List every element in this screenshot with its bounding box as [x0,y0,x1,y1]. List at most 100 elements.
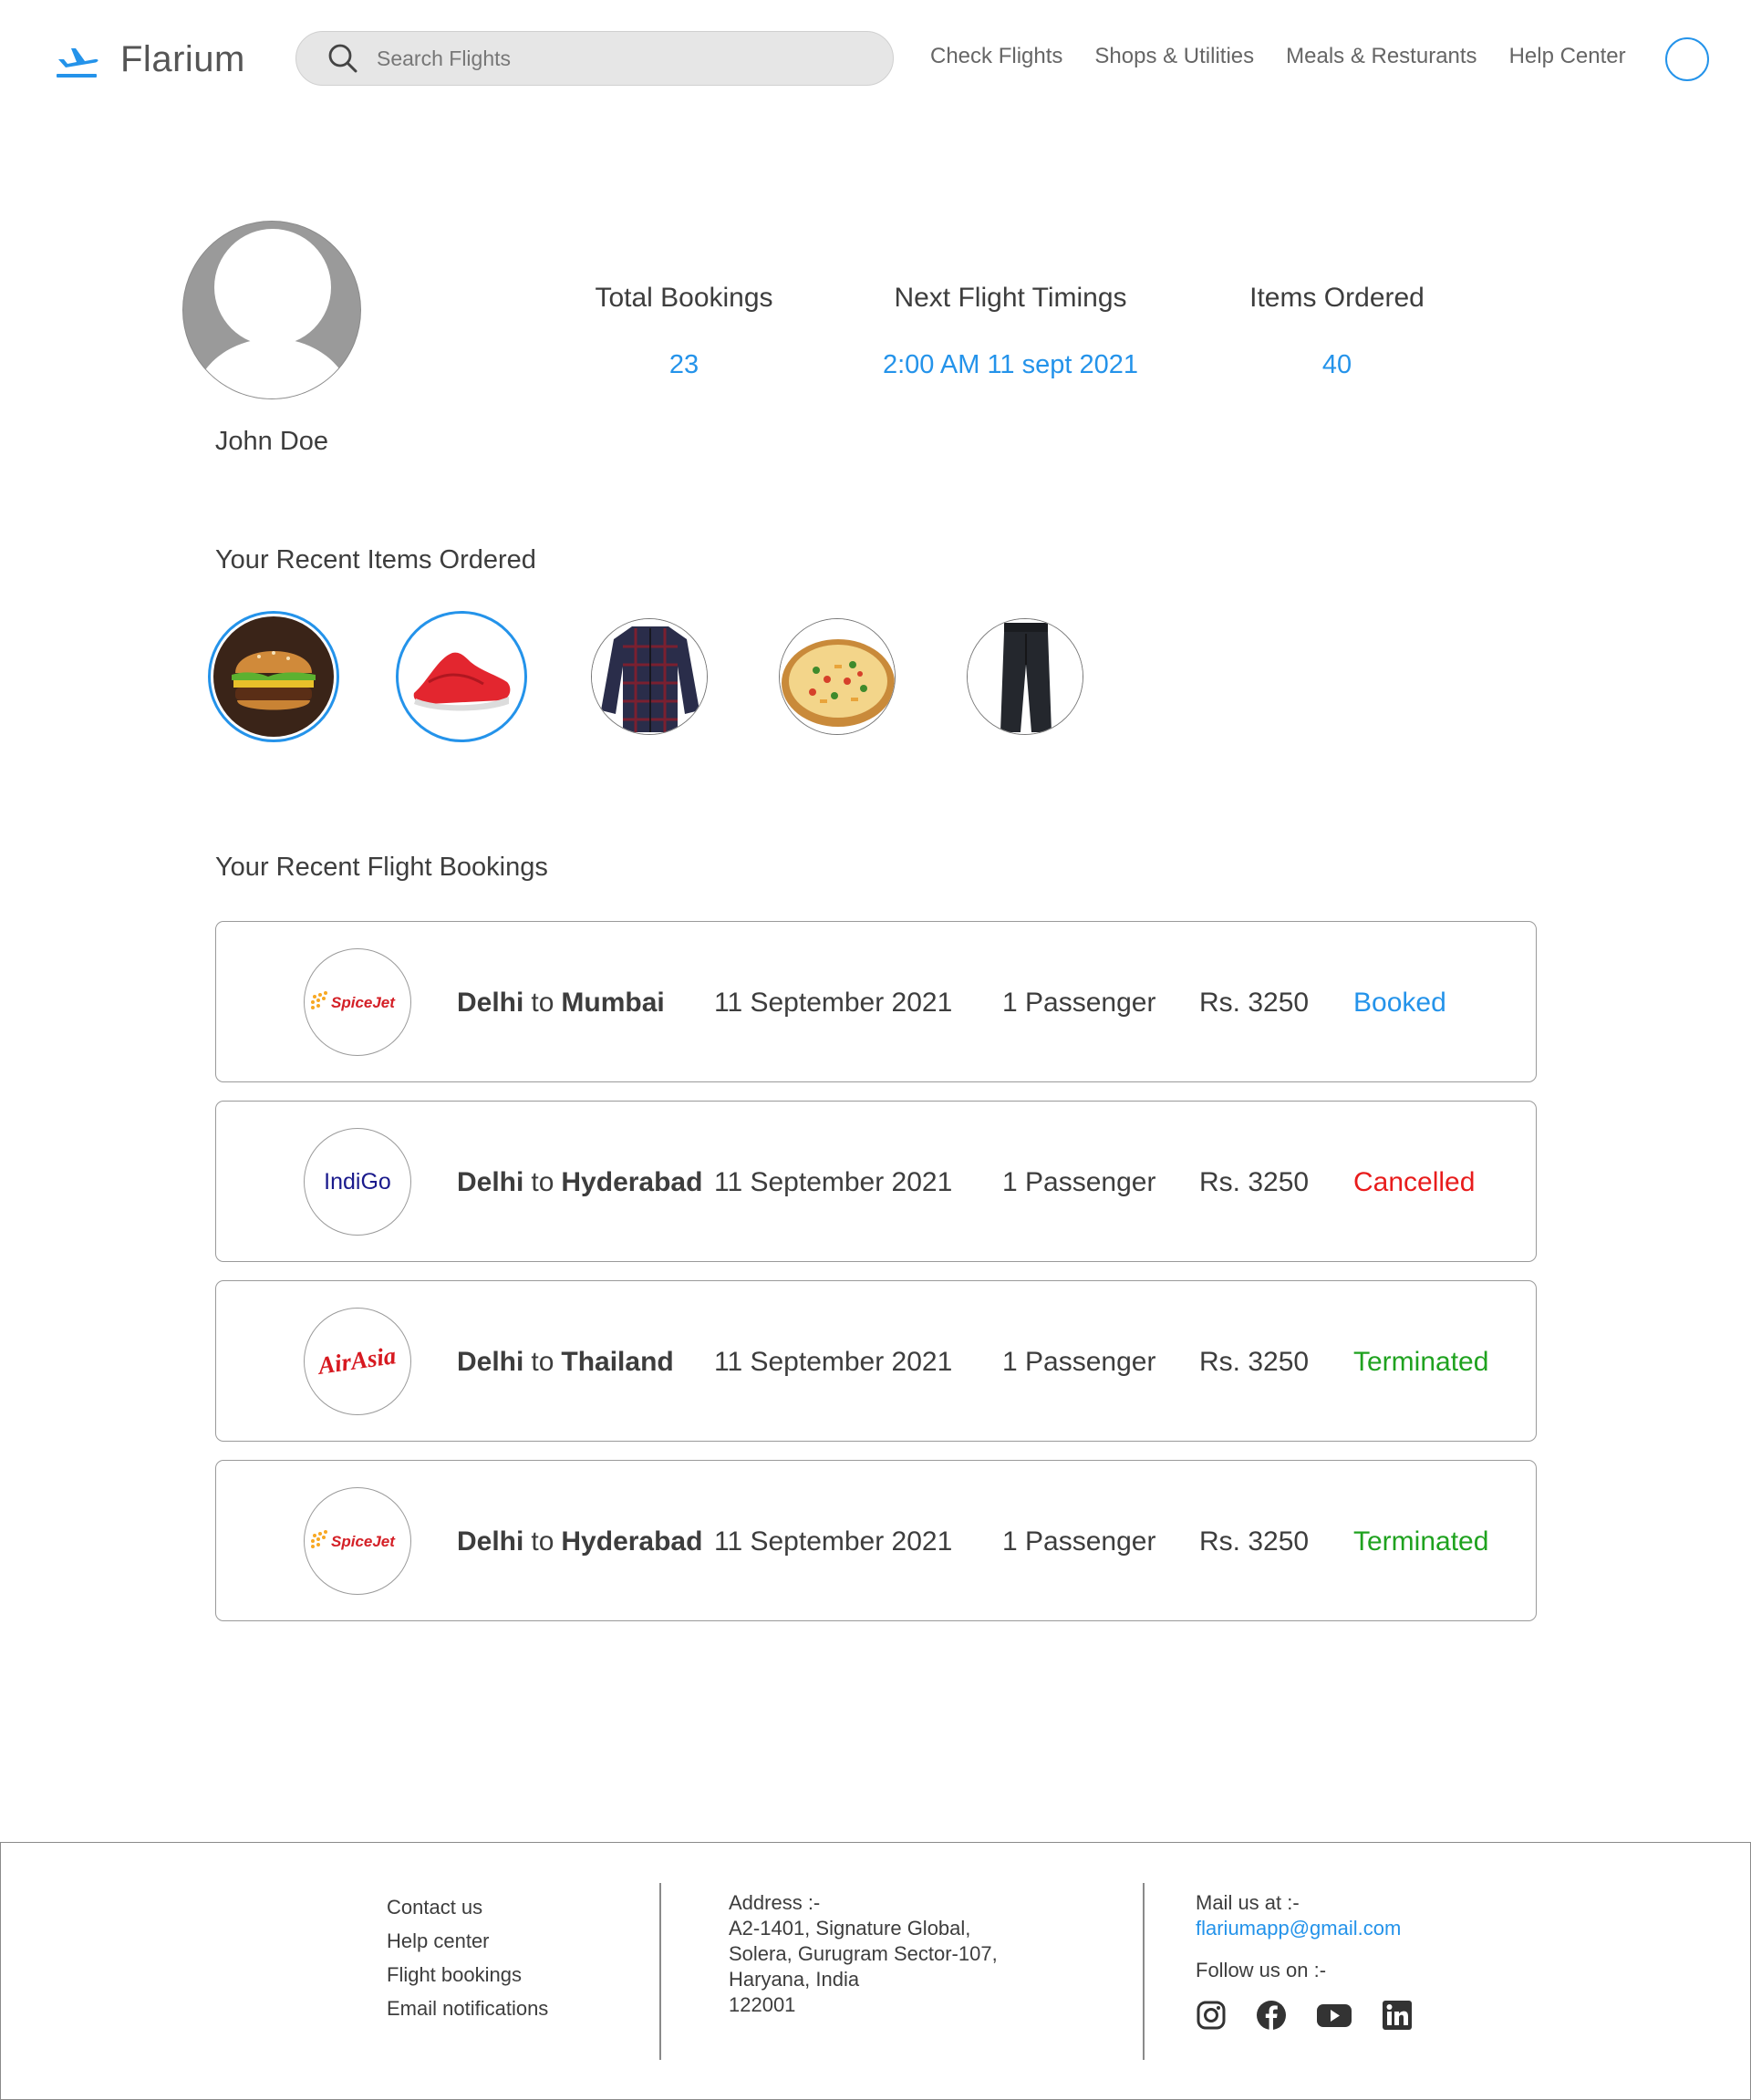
booking-passengers: 1 Passenger [1002,1526,1156,1557]
stat-total-bookings: Total Bookings 23 [593,283,775,380]
bookings-list: SpiceJet Delhi to Mumbai 11 September 2021… [215,921,1537,1640]
shirt-icon [591,618,708,735]
stat-next-flight: Next Flight Timings 2:00 AM 11 sept 2021 [874,283,1147,380]
booking-price: Rs. 3250 [1199,1166,1310,1197]
stat-value: 40 [1321,350,1352,379]
search-input[interactable] [377,46,869,71]
booking-row[interactable]: AirAsia Delhi to Thailand 11 September 202… [215,1280,1537,1442]
svg-text:SpiceJet: SpiceJet [331,1533,396,1550]
trousers-icon [967,618,1083,735]
booking-status: Terminated [1353,1526,1489,1557]
booking-date: 11 September 2021 [714,1526,953,1557]
recent-bookings-title: Your Recent Flight Bookings [215,853,548,882]
brand-name: Flarium [120,38,245,79]
user-avatar-button[interactable] [1665,37,1709,81]
booking-price: Rs. 3250 [1199,1346,1310,1377]
nav-meals-restaurants[interactable]: Meals & Resturants [1286,44,1476,69]
booking-passengers: 1 Passenger [1002,1166,1156,1197]
social-links [1196,2000,1442,2031]
svg-text:SpiceJet: SpiceJet [331,994,396,1011]
footer-contact: Mail us at :- flariumapp@gmail.com Follo… [1196,1890,1442,2031]
recent-items-title: Your Recent Items Ordered [215,545,536,574]
facebook-icon[interactable] [1256,2000,1287,2031]
route-connector: to [531,1526,554,1557]
booking-passengers: 1 Passenger [1002,987,1156,1018]
main-nav: Check Flights Shops & Utilities Meals & … [930,44,1658,69]
route-from: Delhi [457,1346,524,1377]
booking-route: Delhi to Hyderabad [457,1102,702,1263]
top-nav-bar: Flarium Check Flights Shops & Utilities … [0,0,1751,119]
booking-row[interactable]: IndiGo Delhi to Hyderabad 11 September 202… [215,1101,1537,1262]
user-silhouette-icon [192,229,353,398]
route-from: Delhi [457,1526,524,1557]
footer-divider [1143,1883,1145,2060]
stat-label: Items Ordered [1249,283,1425,313]
profile-name: John Doe [214,427,329,456]
address-line: 122001 [729,1993,796,2016]
footer-address: Address :- A2-1401, Signature Global, So… [729,1890,998,2018]
nav-help-center[interactable]: Help Center [1509,44,1626,69]
mail-link[interactable]: flariumapp@gmail.com [1196,1916,1442,1941]
burger-icon [213,616,334,737]
footer-link-bookings[interactable]: Flight bookings [387,1958,548,1991]
instagram-icon[interactable] [1196,2000,1227,2031]
address-line: Haryana, India [729,1968,860,1991]
spicejet-logo: SpiceJet [304,948,411,1056]
mail-label: Mail us at :- [1196,1891,1300,1914]
booking-route: Delhi to Hyderabad [457,1461,702,1622]
follow-label: Follow us on :- [1196,1959,1327,1981]
footer: Contact us Help center Flight bookings E… [0,1842,1751,2100]
search-icon [328,44,357,73]
footer-link-notifications[interactable]: Email notifications [387,1991,548,2025]
route-to: Hyderabad [561,1166,703,1197]
recent-item[interactable] [584,611,715,742]
route-connector: to [531,987,554,1018]
stat-value: 23 [668,350,699,379]
recent-item[interactable] [396,611,527,742]
booking-price: Rs. 3250 [1199,1526,1310,1557]
nav-shops-utilities[interactable]: Shops & Utilities [1094,44,1254,69]
nav-check-flights[interactable]: Check Flights [930,44,1062,69]
recent-item[interactable] [772,611,903,742]
booking-status: Cancelled [1353,1166,1476,1197]
booking-date: 11 September 2021 [714,1346,953,1377]
svg-text:AirAsia: AirAsia [315,1341,398,1380]
route-connector: to [531,1166,554,1197]
booking-row[interactable]: SpiceJet Delhi to Mumbai 11 September 2021… [215,921,1537,1082]
pizza-icon [779,618,896,735]
recent-item[interactable] [208,611,339,742]
youtube-icon[interactable] [1316,2000,1352,2031]
footer-links: Contact us Help center Flight bookings E… [387,1890,548,2025]
airplane-icon [57,48,98,78]
airasia-logo: AirAsia [304,1308,411,1415]
route-from: Delhi [457,1166,524,1197]
route-to: Mumbai [561,987,665,1018]
indigo-logo: IndiGo [304,1128,411,1236]
spicejet-logo: SpiceJet [304,1487,411,1595]
recent-item[interactable] [959,611,1091,742]
brand-logo[interactable]: Flarium [55,36,245,82]
search-bar[interactable] [295,31,894,86]
booking-price: Rs. 3250 [1199,987,1310,1018]
booking-row[interactable]: SpiceJet Delhi to Hyderabad 11 September 2… [215,1460,1537,1621]
footer-link-contact[interactable]: Contact us [387,1890,548,1924]
booking-passengers: 1 Passenger [1002,1346,1156,1377]
booking-status: Terminated [1353,1346,1489,1377]
profile-avatar [182,221,361,399]
footer-link-help[interactable]: Help center [387,1924,548,1958]
route-connector: to [531,1346,554,1377]
stat-label: Next Flight Timings [894,283,1127,313]
recent-items-list [208,611,1147,742]
address-line: Solera, Gurugram Sector-107, [729,1942,998,1965]
linkedin-icon[interactable] [1382,2000,1413,2031]
footer-divider [659,1883,661,2060]
stat-label: Total Bookings [595,283,773,313]
booking-date: 11 September 2021 [714,987,953,1018]
booking-route: Delhi to Mumbai [457,922,665,1083]
booking-status: Booked [1353,987,1446,1018]
booking-route: Delhi to Thailand [457,1281,674,1443]
svg-text:IndiGo: IndiGo [324,1169,391,1195]
sneaker-icon [401,616,522,737]
route-to: Hyderabad [561,1526,703,1557]
address-label: Address :- [729,1891,821,1914]
